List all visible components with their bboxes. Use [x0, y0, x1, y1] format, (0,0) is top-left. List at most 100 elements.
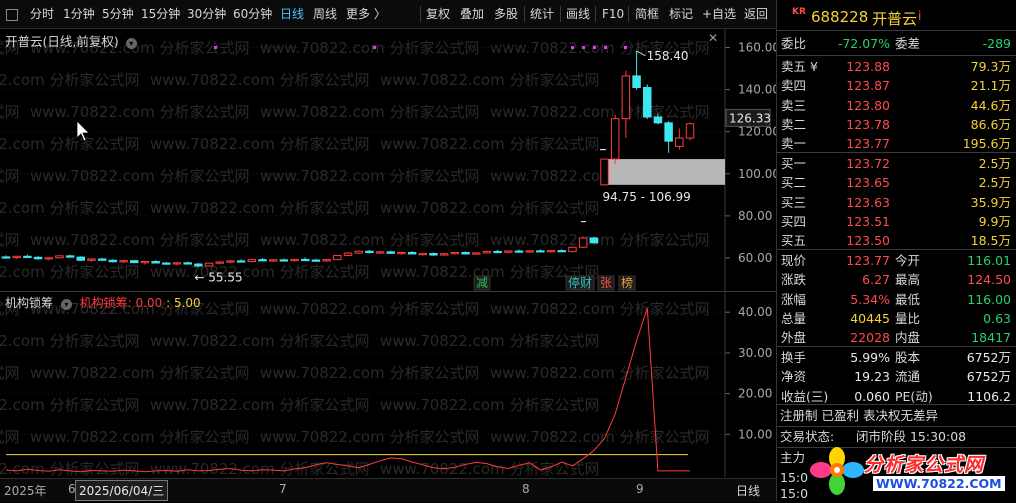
info-icon[interactable]: i: [918, 9, 921, 23]
stat-label: 净资: [781, 369, 807, 385]
chevron-down-icon[interactable]: ▾: [60, 299, 72, 310]
stat-value: 18417: [971, 330, 1011, 346]
indicator-tick-label: 40.00: [738, 305, 772, 319]
quote-row: 买五 123.50 18.5万: [777, 231, 1016, 250]
watermark-text: www.70822.com 分析家公式网: [0, 428, 20, 446]
stat-value: 22028: [850, 330, 890, 346]
buy-volume: 18.5万: [970, 233, 1011, 249]
buy-level-label: 买一: [781, 156, 807, 171]
candle-body: [268, 259, 278, 262]
watermark-text: www.70822.com 分析家公式网: [260, 167, 480, 185]
event-tag[interactable]: 张: [600, 276, 612, 290]
mark-button[interactable]: 标记: [669, 4, 693, 24]
candle-body: [589, 237, 599, 244]
candle-body: [600, 158, 609, 186]
square-icon[interactable]: [6, 9, 18, 21]
watermark-text: www.70822.com 分析家公式网: [260, 103, 480, 121]
stat-label: 流通: [895, 369, 921, 385]
current-price-tag-text: 126.33: [729, 111, 771, 125]
candle-body: [375, 251, 385, 254]
candle-body: [183, 262, 192, 265]
fuquan-button[interactable]: 复权: [426, 4, 450, 24]
candle-body: [536, 250, 545, 253]
watermark-text: www.70822.com 分析家公式网: [0, 135, 140, 153]
stat-label: 收益(三): [781, 388, 829, 404]
period-tab-daily[interactable]: 日线: [280, 4, 304, 24]
price-tick-label: 160.00: [738, 41, 776, 55]
watermark-text: www.70822.com 分析家公式网: [490, 300, 710, 318]
quote-row: 净资 19.23 流通 6752万: [777, 367, 1016, 386]
draw-line-button[interactable]: 画线: [566, 4, 590, 24]
period-tab-fenshi[interactable]: 分时: [30, 4, 54, 24]
buy-level-label: 买五: [781, 233, 807, 249]
quote-header: KR 688228 开普云 i: [777, 0, 1016, 31]
period-tab-weekly[interactable]: 周线: [313, 4, 337, 24]
quote-row: 涨跌 6.27 最高 124.50: [777, 270, 1016, 289]
period-tab-5min[interactable]: 5分钟: [102, 4, 134, 24]
indicator-tick-label: 30.00: [738, 346, 772, 360]
sell-volume: 44.6万: [970, 97, 1011, 113]
stat-value: 123.77: [846, 253, 890, 268]
buy-price: 123.63: [846, 194, 890, 210]
candle-body: [130, 260, 139, 264]
back-button[interactable]: 返回: [744, 4, 768, 24]
sell-price: 123.78: [846, 116, 890, 132]
event-tag[interactable]: 减: [476, 276, 488, 290]
indicator-sep: :: [166, 296, 171, 310]
event-tag[interactable]: 停财: [568, 275, 592, 290]
indicator-chart[interactable]: www.70822.com 分析家公式网 www.70822.com 分析家公式网…: [0, 292, 776, 477]
candle-body: [322, 259, 331, 262]
stat-label: 量比: [895, 310, 921, 326]
multi-stock-button[interactable]: 多股: [494, 4, 518, 24]
candle-body: [653, 116, 663, 124]
stat-label: 换手: [781, 350, 807, 365]
timeline-bar[interactable]: 2025年 6 2025/06/04/三 7 8 9 日线: [0, 478, 776, 502]
watermark-text: www.70822.com 分析家公式网: [0, 71, 140, 89]
buy-volume: 2.5万: [978, 156, 1011, 171]
timeline-month-9: 9: [636, 482, 644, 496]
candle-body: [1, 256, 11, 259]
timeline-period[interactable]: 日线: [736, 482, 760, 499]
sell-level-label: 卖一: [781, 136, 807, 152]
close-main-icon[interactable]: ✕: [708, 31, 718, 45]
candlestick-chart[interactable]: www.70822.com 分析家公式网 www.70822.com 分析家公式网…: [0, 29, 776, 291]
f10-button[interactable]: F10: [602, 4, 624, 24]
watermark-text: www.70822.com 分析家公式网: [260, 364, 480, 382]
quote-row: 卖五 ¥ 123.88 79.3万: [777, 57, 1016, 76]
chevron-down-icon[interactable]: ▾: [125, 38, 137, 49]
watermark-text: www.70822.com 分析家公式网: [0, 332, 140, 350]
trading-status-row: 交易状态: 闭市阶段 15:30:08: [780, 429, 967, 444]
candle-body: [685, 123, 695, 139]
candle-body: [365, 250, 374, 253]
stats-button[interactable]: 统计: [530, 4, 554, 24]
buy-price: 123.51: [846, 213, 890, 229]
buy-price: 123.72: [846, 156, 890, 171]
quote-row: 买三 123.63 35.9万: [777, 193, 1016, 212]
indicator-axis: 40.00 30.00 20.00 10.00: [725, 305, 772, 441]
period-tab-1min[interactable]: 1分钟: [63, 4, 95, 24]
flower-logo-icon: [810, 447, 864, 495]
period-tab-15min[interactable]: 15分钟: [141, 4, 180, 24]
overlay-button[interactable]: 叠加: [460, 4, 484, 24]
simple-frame-button[interactable]: 简框: [635, 4, 659, 24]
watermark-text: www.70822.com 分析家公式网: [380, 396, 600, 414]
quote-row: 买四 123.51 9.9万: [777, 212, 1016, 231]
watermark-text: www.70822.com 分析家公式网: [380, 71, 600, 89]
candle-body: [258, 259, 267, 262]
price-tick-label: 100.00: [738, 167, 776, 181]
add-watchlist-button[interactable]: +自选: [702, 4, 736, 24]
candle-body: [204, 262, 214, 267]
period-tab-30min[interactable]: 30分钟: [187, 4, 226, 24]
watermark-text: www.70822.com 分析家公式网: [150, 263, 370, 281]
watermark-text: www.70822.com 分析家公式网: [380, 332, 600, 350]
candle-body: [290, 258, 299, 262]
indicator-header: 机构锁筹 ▾ 机构锁筹: 0.00 : 5.00: [5, 294, 201, 311]
period-more-menu[interactable]: 更多 〉: [346, 4, 386, 24]
candle-body: [301, 258, 310, 262]
event-tag[interactable]: 榜: [621, 275, 633, 290]
price-tick-label: 140.00: [738, 83, 776, 97]
stat-label: 总量: [781, 310, 807, 326]
candle-body: [226, 260, 235, 263]
candle-body: [386, 251, 395, 254]
period-tab-60min[interactable]: 60分钟: [233, 4, 272, 24]
